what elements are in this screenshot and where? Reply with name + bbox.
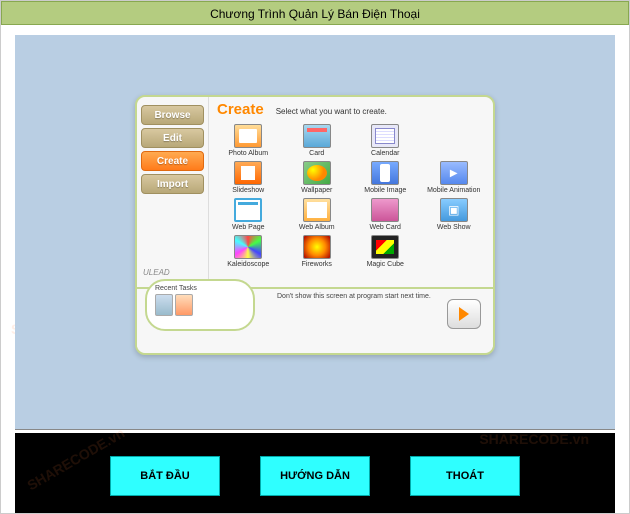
- item-kaleidoscope[interactable]: Kaleidoscope: [217, 235, 280, 268]
- item-wallpaper[interactable]: Wallpaper: [286, 161, 349, 194]
- recent-thumb[interactable]: [155, 294, 173, 316]
- mobile-animation-icon: [440, 161, 468, 185]
- startup-hint-label: Don't show this screen at program start …: [277, 293, 431, 300]
- main-area: Browse Edit Create Import ULEAD Create S…: [15, 35, 615, 429]
- card-icon: [303, 124, 331, 148]
- dialog-sidebar: Browse Edit Create Import ULEAD: [137, 97, 209, 287]
- tab-import[interactable]: Import: [141, 174, 204, 194]
- item-fireworks[interactable]: Fireworks: [286, 235, 349, 268]
- content-title: Create: [217, 101, 264, 118]
- magic-cube-icon: [371, 235, 399, 259]
- tab-edit[interactable]: Edit: [141, 128, 204, 148]
- mobile-image-icon: [371, 161, 399, 185]
- dialog-footer: Recent Tasks Don't show this screen at p…: [137, 287, 493, 347]
- item-photo-album[interactable]: Photo Album: [217, 124, 280, 157]
- item-web-page[interactable]: Web Page: [217, 198, 280, 231]
- item-web-album[interactable]: Web Album: [286, 198, 349, 231]
- web-page-icon: [234, 198, 262, 222]
- item-calendar[interactable]: Calendar: [354, 124, 417, 157]
- item-magic-cube[interactable]: Magic Cube: [354, 235, 417, 268]
- item-card[interactable]: Card: [286, 124, 349, 157]
- start-button[interactable]: BẮT ĐẦU: [110, 456, 220, 496]
- calendar-icon: [371, 124, 399, 148]
- content-subtitle: Select what you want to create.: [276, 107, 387, 116]
- item-mobile-animation[interactable]: Mobile Animation: [423, 161, 486, 194]
- brand-label: ULEAD: [141, 266, 204, 279]
- web-show-icon: [440, 198, 468, 222]
- item-web-card[interactable]: Web Card: [354, 198, 417, 231]
- window-titlebar: Chương Trình Quản Lý Bán Điện Thoại: [1, 1, 629, 25]
- fireworks-icon: [303, 235, 331, 259]
- tab-create[interactable]: Create: [141, 151, 204, 171]
- photo-album-icon: [234, 124, 262, 148]
- play-button[interactable]: [447, 299, 481, 329]
- create-grid: Photo Album Card Calendar Slideshow Wall…: [217, 124, 485, 268]
- recent-tasks-title: Recent Tasks: [155, 285, 245, 292]
- exit-button[interactable]: THOÁT: [410, 456, 520, 496]
- web-card-icon: [371, 198, 399, 222]
- bottom-bar: BẮT ĐẦU HƯỚNG DẪN THOÁT: [15, 439, 615, 513]
- tab-browse[interactable]: Browse: [141, 105, 204, 125]
- item-slideshow[interactable]: Slideshow: [217, 161, 280, 194]
- web-album-icon: [303, 198, 331, 222]
- create-dialog: Browse Edit Create Import ULEAD Create S…: [135, 95, 495, 355]
- kaleidoscope-icon: [234, 235, 262, 259]
- recent-thumb[interactable]: [175, 294, 193, 316]
- window-title: Chương Trình Quản Lý Bán Điện Thoại: [210, 7, 420, 21]
- dialog-content: Create Select what you want to create. P…: [209, 97, 493, 287]
- recent-tasks-panel: Recent Tasks: [145, 279, 255, 331]
- item-mobile-image[interactable]: Mobile Image: [354, 161, 417, 194]
- guide-button[interactable]: HƯỚNG DẪN: [260, 456, 370, 496]
- item-web-show[interactable]: Web Show: [423, 198, 486, 231]
- divider: [15, 429, 615, 439]
- wallpaper-icon: [303, 161, 331, 185]
- slideshow-icon: [234, 161, 262, 185]
